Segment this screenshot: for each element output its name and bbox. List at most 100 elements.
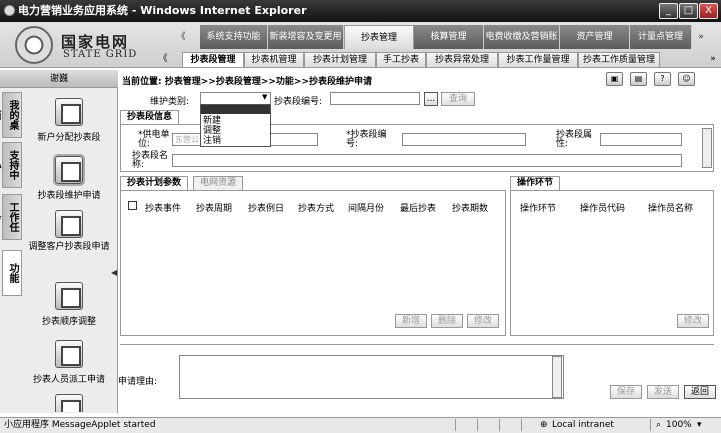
vtab-support-center[interactable]: 支持中心 (2, 142, 22, 188)
segment-no-input[interactable] (330, 92, 420, 105)
subnav-item-manual[interactable]: 手工抄表 (376, 52, 426, 68)
delete-button[interactable]: 删除 (431, 314, 463, 328)
reason-textarea[interactable] (179, 355, 564, 399)
send-button[interactable]: 发送 (647, 385, 679, 399)
status-separator (455, 419, 456, 431)
select-all-checkbox[interactable] (128, 201, 137, 210)
book-icon (55, 98, 83, 126)
ops-edit-button[interactable]: 修改 (677, 314, 709, 328)
sidebar-item-label: 调整客户抄表段申请 (28, 242, 110, 252)
subnav-prev[interactable]: 《 (150, 52, 176, 68)
col-day: 抄表例日 (248, 204, 285, 214)
segment-name-input[interactable] (172, 154, 682, 167)
divider (120, 344, 714, 345)
star-icon (55, 282, 83, 310)
subnav-item-plan[interactable]: 抄表计划管理 (304, 52, 376, 68)
back-button[interactable]: 返回 (684, 385, 716, 399)
maint-type-label: 维护类别: (150, 97, 190, 107)
topnav-item-system[interactable]: 系统支持功能 (200, 25, 268, 49)
sidebar-item-label: 抄表顺序调整 (41, 317, 96, 327)
subnav-next[interactable]: » (706, 52, 720, 68)
magnifier-icon: ⌕ (656, 420, 662, 430)
dropdown-option-cancel[interactable]: 注销 (203, 136, 221, 146)
sidebar-item-staff-dispatch[interactable]: 抄表人员派工申请 (26, 340, 112, 385)
col-interval: 间隔月份 (348, 204, 385, 214)
globe-icon: ⊕ (540, 420, 548, 430)
logo: 国家电网 STATE GRID (15, 26, 145, 66)
segment-attr-label: 抄表段属性: (556, 130, 593, 149)
sidebar-item-next[interactable] (26, 394, 112, 412)
tab-plan-params[interactable]: 抄表计划参数 (120, 176, 189, 190)
vtab-work-tasks[interactable]: 工作任务 (2, 194, 22, 240)
col-event: 抄表事件 (145, 204, 182, 214)
topnav-item-install[interactable]: 新装增容及变更用 (268, 25, 344, 49)
vtab-functions[interactable]: 功能 (2, 250, 22, 296)
users-icon[interactable]: ☺ (678, 72, 695, 86)
maint-type-dropdown: 新建 调整 注销 (200, 104, 271, 147)
sidebar-item-new-assign[interactable]: 新户分配抄表段 (26, 98, 112, 143)
segment-info-scrollbar[interactable] (702, 128, 712, 168)
col-operator-name: 操作员名称 (648, 204, 694, 214)
chevron-down-icon[interactable]: ▼ (262, 93, 267, 101)
sidebar-item-label: 新户分配抄表段 (37, 133, 101, 143)
dropdown-option-adjust[interactable]: 调整 (203, 126, 221, 136)
segment-name-label: 抄表段名称: (132, 151, 169, 170)
ie-icon (4, 5, 15, 16)
sidebar-item-label: 抄表人员派工申请 (32, 375, 105, 385)
subnav-item-quality[interactable]: 抄表工作质量管理 (578, 52, 660, 68)
tab-segment-info[interactable]: 抄表段信息 (120, 110, 180, 124)
dropdown-option-new[interactable]: 新建 (203, 116, 221, 126)
segment-no-label: 抄表段编号: (274, 97, 323, 107)
minimize-button[interactable]: _ (659, 3, 678, 19)
close-button[interactable]: X (699, 3, 718, 19)
sub-nav: 《 抄表段管理 抄表机管理 抄表计划管理 手工抄表 抄表异常处理 抄表工作量管理… (150, 52, 721, 68)
topnav-item-accounting[interactable]: 核算管理 (414, 25, 484, 49)
sidebar-item-label: 抄表段维护申请 (37, 191, 101, 201)
status-bar: 小应用程序 MessageApplet started ⊕ Local intr… (0, 417, 721, 433)
zoom-dropdown-icon[interactable]: ▾ (697, 418, 702, 433)
edit-button[interactable]: 修改 (467, 314, 499, 328)
breadcrumb: 当前位置: 抄表管理>>抄表段管理>>功能>>抄表段维护申请 (122, 77, 372, 87)
status-separator (477, 419, 478, 431)
zoom-level[interactable]: 100% (666, 418, 692, 433)
topnav-item-meter-reading[interactable]: 抄表管理 (344, 25, 414, 49)
logo-text-en: STATE GRID (63, 49, 138, 60)
sidebar-item-order-adjust[interactable]: 抄表顺序调整 (26, 282, 112, 327)
topnav-next[interactable]: » (694, 25, 708, 49)
monitor-icon[interactable]: ▣ (606, 72, 623, 86)
sidebar-item-segment-maint[interactable]: 抄表段维护申请 (26, 154, 112, 201)
state-grid-logo-icon (15, 26, 53, 64)
subnav-item-workload[interactable]: 抄表工作量管理 (498, 52, 578, 68)
chat-icon[interactable]: ▤ (630, 72, 647, 86)
dropdown-option-empty[interactable] (201, 105, 270, 114)
maximize-button[interactable]: □ (679, 3, 698, 19)
status-separator (499, 419, 500, 431)
help-icon[interactable]: ? (654, 72, 671, 86)
sidebar-item-adjust-customer[interactable]: 调整客户抄表段申请 (26, 210, 112, 253)
topnav-prev[interactable]: 《 (170, 25, 192, 49)
subnav-item-segment[interactable]: 抄表段管理 (182, 52, 244, 68)
zone-text: Local intranet (552, 420, 614, 430)
segment-code-input[interactable] (402, 133, 526, 146)
tab-grid-resources[interactable]: 电网资源 (193, 176, 244, 190)
vtab-my-desktop[interactable]: 我的桌面 (2, 92, 22, 138)
col-operator-code: 操作员代码 (580, 204, 626, 214)
subnav-item-exception[interactable]: 抄表异常处理 (426, 52, 498, 68)
topnav-item-assets[interactable]: 资产管理 (560, 25, 630, 49)
reason-scrollbar[interactable] (552, 356, 562, 398)
sidebar-user-name: 谢巍 (0, 70, 118, 88)
subnav-item-device[interactable]: 抄表机管理 (244, 52, 304, 68)
table-icon (55, 210, 83, 238)
status-separator (521, 419, 522, 431)
segment-attr-select[interactable] (600, 133, 682, 146)
supply-unit-label: *供电单位: (138, 130, 170, 149)
calendar-icon (53, 154, 85, 186)
sidebar-collapse-icon[interactable]: ◀ (111, 268, 117, 277)
save-button[interactable]: 保存 (610, 385, 642, 399)
topnav-item-billing[interactable]: 电费收缴及营销账 (484, 25, 560, 49)
query-button[interactable]: 查询 (441, 92, 475, 106)
tab-ops[interactable]: 操作环节 (510, 176, 561, 190)
topnav-item-metering[interactable]: 计量点管理 (630, 25, 692, 49)
add-button[interactable]: 新增 (395, 314, 427, 328)
browse-button[interactable]: ... (424, 92, 438, 106)
